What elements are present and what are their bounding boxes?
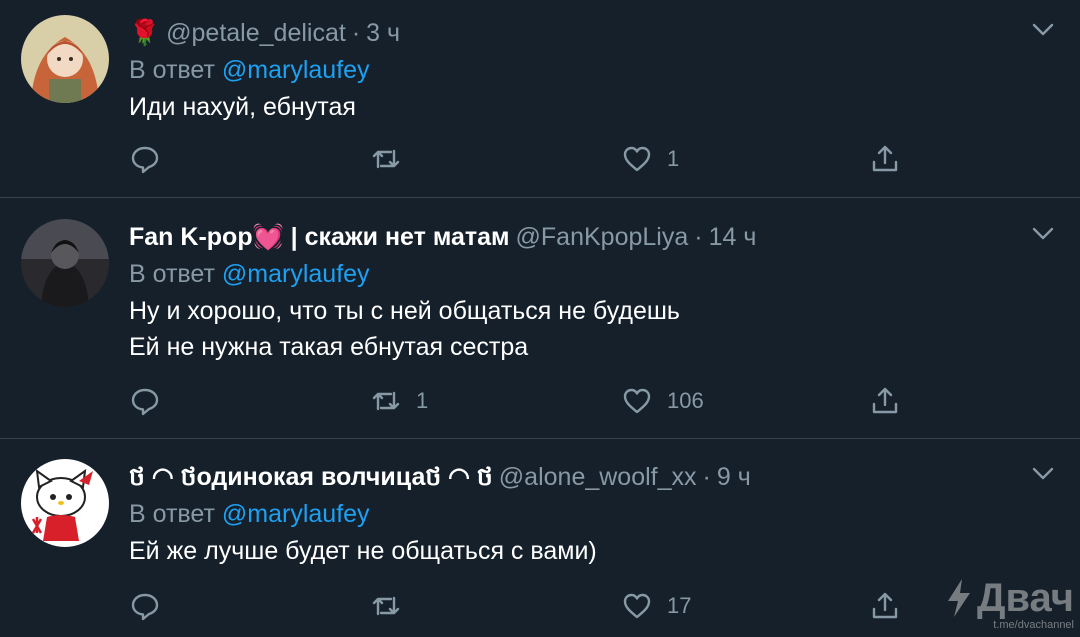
reply-button[interactable] (129, 590, 175, 622)
tweet-text-line-2: Ей не нужна такая ебнутая сестра (129, 333, 529, 361)
separator: · (694, 223, 703, 251)
tweet[interactable]: ថ ◠ ថодинокая волчицаថ ◠ ថ @alone_woolf_… (0, 440, 1080, 637)
share-button[interactable] (869, 143, 901, 175)
chevron-down-icon[interactable] (1031, 22, 1055, 38)
heart-icon (623, 388, 651, 414)
like-count: 1 (667, 146, 680, 171)
user-handle[interactable]: @petale_delicat (166, 15, 346, 51)
reply-mention[interactable]: @marylaufey (222, 56, 370, 84)
heart-icon (623, 593, 651, 619)
watermark-brand: Двач (976, 576, 1074, 620)
rose-emoji: 🌹 (129, 19, 161, 47)
share-icon (872, 592, 898, 619)
tweet-text: Иди нахуй, ебнутая (129, 93, 356, 121)
tweet-text: Ей же лучше будет не общаться с вами) (129, 537, 597, 565)
timestamp[interactable]: 9 ч (717, 459, 751, 495)
tweet-actions: 17 (129, 590, 910, 630)
separator: · (351, 19, 361, 47)
like-count: 106 (667, 388, 704, 413)
retweet-icon (372, 391, 400, 411)
watermark: Двач t.me/dvachannel (945, 578, 1074, 631)
timestamp[interactable]: 3 ч (366, 15, 400, 51)
share-icon (872, 387, 898, 414)
retweet-button[interactable] (370, 143, 416, 175)
reply-prefix: В ответ (129, 260, 215, 288)
share-button[interactable] (869, 590, 901, 622)
timestamp[interactable]: 14 ч (709, 219, 757, 255)
chevron-down-icon[interactable] (1031, 226, 1055, 242)
reply-context: В ответ @marylaufey (129, 495, 1000, 533)
share-button[interactable] (869, 385, 901, 417)
reply-prefix: В ответ (129, 500, 215, 528)
like-button[interactable]: 17 (621, 590, 691, 622)
tweet[interactable]: 🌹 @petale_delicat · 3 ч В ответ @marylau… (0, 0, 1080, 198)
avatar[interactable] (21, 459, 109, 547)
watermark-link: t.me/dvachannel (993, 619, 1074, 631)
share-icon (872, 145, 898, 172)
tweet[interactable]: Fan K-pop💓 | скажи нет матам @FanKpopLiy… (0, 199, 1080, 439)
avatar[interactable] (21, 15, 109, 103)
display-name[interactable]: Fan K-pop💓 | скажи нет матам (129, 219, 510, 255)
chevron-down-icon[interactable] (1031, 466, 1055, 482)
retweet-button[interactable]: 1 (370, 385, 428, 417)
reply-icon (131, 593, 159, 621)
display-name[interactable]: ថ ◠ ថодинокая волчицаថ ◠ ថ (129, 459, 493, 495)
retweet-icon (372, 596, 400, 616)
tweet-actions: 1 106 (129, 385, 910, 425)
user-handle[interactable]: @FanKpopLiya (516, 219, 689, 255)
user-handle[interactable]: @alone_woolf_xx (499, 459, 697, 495)
tweet-actions: 1 (129, 143, 910, 183)
separator: · (702, 463, 711, 491)
tweet-header: ថ ◠ ថодинокая волчицаថ ◠ ថ @alone_woolf_… (129, 459, 1000, 495)
reply-prefix: В ответ (129, 56, 215, 84)
reply-mention[interactable]: @marylaufey (222, 260, 370, 288)
tweet-header: 🌹 @petale_delicat · 3 ч (129, 15, 1000, 51)
heart-icon (623, 146, 651, 172)
like-button[interactable]: 1 (621, 143, 679, 175)
reply-icon (131, 146, 159, 174)
tweet-header: Fan K-pop💓 | скажи нет матам @FanKpopLiy… (129, 219, 1000, 255)
reply-context: В ответ @marylaufey (129, 51, 1000, 89)
lightning-icon (947, 579, 970, 617)
reply-context: В ответ @marylaufey (129, 255, 1000, 293)
retweet-count: 1 (416, 388, 429, 413)
reply-button[interactable] (129, 385, 175, 417)
tweet-text-line-1: Ну и хорошо, что ты с ней общаться не бу… (129, 297, 680, 325)
reply-button[interactable] (129, 143, 175, 175)
reply-icon (131, 388, 159, 416)
like-count: 17 (667, 593, 692, 618)
retweet-icon (372, 149, 400, 169)
retweet-button[interactable] (370, 590, 416, 622)
like-button[interactable]: 106 (621, 385, 704, 417)
reply-mention[interactable]: @marylaufey (222, 500, 370, 528)
avatar[interactable] (21, 219, 109, 307)
